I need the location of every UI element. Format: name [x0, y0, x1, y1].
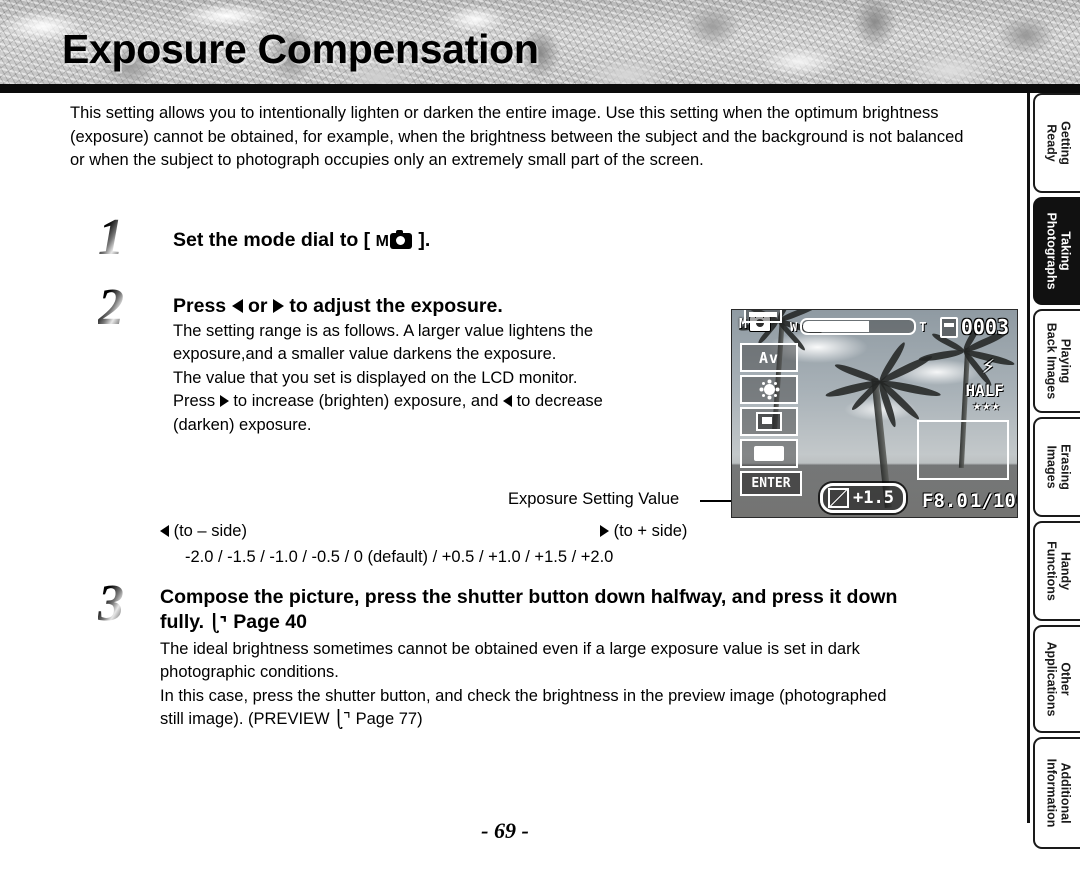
step-2-body: The setting range is as follows. A large… — [173, 320, 698, 437]
sun-icon — [763, 384, 775, 395]
sidebar-tab-label: Additional Information — [1044, 758, 1073, 828]
step-2-heading: Press or to adjust the exposure. — [173, 282, 698, 319]
mode-dial-m-label: M — [375, 233, 389, 250]
step-2-body-line: The value that you set is displayed on t… — [173, 368, 578, 387]
frame-counter-value: 0003 — [960, 315, 1009, 339]
step-3-body-line: photographic conditions. — [160, 663, 339, 682]
aperture-readout: F8.0 — [922, 490, 968, 512]
display-screen-icon — [754, 446, 784, 461]
step-2-number: 2 — [98, 279, 124, 336]
sidebar-tab-getting-ready[interactable]: Getting Ready — [1033, 93, 1080, 193]
lcd-enter-button-hint: ENTER — [740, 471, 802, 496]
lcd-menu-image-quality — [740, 407, 798, 436]
af-focus-frame — [917, 420, 1009, 480]
lcd-menu-av: Av — [740, 343, 798, 372]
zoom-bar-fill — [803, 321, 870, 332]
step-3-heading: Compose the picture, press the shutter b… — [160, 578, 1028, 637]
arrow-right-icon — [219, 395, 229, 408]
step-2-body-line: The setting range is as follows. A large… — [173, 322, 594, 340]
page-reference-arrow-icon: ⌜⌡ — [209, 614, 228, 634]
battery-icon — [744, 310, 782, 323]
step-2-body-line: (darken) exposure. — [173, 415, 312, 434]
exposure-compensation-value: +1.5 — [853, 488, 894, 508]
memory-card-icon — [939, 316, 958, 338]
lcd-zoom-bar-group: W T — [790, 318, 926, 335]
sidebar-tab-additional-information[interactable]: Additional Information — [1033, 737, 1080, 849]
header-divider-rule — [0, 84, 1080, 93]
sidebar-tab-label: Taking Photographs — [1044, 212, 1073, 290]
sidebar-tab-label: Other Applications — [1044, 641, 1073, 717]
quality-stars-indicator: ★★★ — [972, 398, 1001, 414]
step-2-body-line: exposure,and a smaller value darkens the… — [173, 345, 557, 364]
range-plus-label: (to + side) — [613, 522, 688, 540]
arrow-right-icon — [272, 299, 284, 313]
sidebar-tab-taking-photographs[interactable]: Taking Photographs — [1033, 197, 1080, 305]
step-3-body: The ideal brightness sometimes cannot be… — [160, 638, 1028, 733]
step-3-body-line: still image). (PREVIEW ⌜⌡ Page 77) — [160, 708, 1028, 732]
sidebar-spine — [1027, 93, 1030, 823]
lcd-frame-counter-group: 0003 — [939, 315, 1009, 339]
exposure-compensation-readout: +1.5 — [820, 483, 906, 513]
step-2-body-line: Press to increase (brighten) exposure, a… — [173, 392, 603, 411]
step-1-number: 1 — [98, 209, 124, 266]
sidebar-tab-playing-back-images[interactable]: Playing Back Images — [1033, 309, 1080, 413]
sidebar-tab-label: Handy Functions — [1044, 541, 1073, 601]
step-3: 3 Compose the picture, press the shutter… — [98, 578, 1028, 733]
page-number: - 69 - — [481, 818, 529, 843]
step-2-heading-mid: or — [242, 295, 273, 317]
step-2-heading-after: to adjust the exposure. — [283, 295, 503, 317]
arrow-right-icon — [600, 525, 609, 537]
step-3-body-line: In this case, press the shutter button, … — [160, 686, 887, 705]
exposure-setting-value-label: Exposure Setting Value — [508, 490, 680, 508]
sidebar-tab-label: Erasing Images — [1044, 444, 1073, 490]
lcd-menu-white-balance — [740, 375, 798, 404]
sidebar-tab-handy-functions[interactable]: Handy Functions — [1033, 521, 1080, 621]
range-minus-side: (to – side) — [160, 520, 247, 543]
arrow-left-icon — [160, 525, 169, 537]
exposure-compensation-icon — [828, 488, 849, 508]
image-quality-icon — [756, 412, 782, 431]
flash-icon: ⚡ — [981, 354, 995, 379]
zoom-wide-label: W — [790, 319, 798, 334]
intro-paragraph: This setting allows you to intentionally… — [70, 104, 964, 170]
range-values: -2.0 / -1.5 / -1.0 / -0.5 / 0 (default) … — [185, 548, 614, 566]
lcd-left-menu-column: Av ENTER — [740, 343, 802, 496]
lcd-menu-display — [740, 439, 798, 468]
sidebar-tab-other-applications[interactable]: Other Applications — [1033, 625, 1080, 733]
step-1-heading-after: ]. — [412, 229, 431, 251]
arrow-left-icon — [231, 299, 243, 313]
zoom-tele-label: T — [919, 319, 927, 334]
page-reference-arrow-icon: ⌜⌡ — [334, 710, 352, 731]
range-minus-label: (to – side) — [173, 522, 247, 540]
step-1: 1 Set the mode dial to [ M ]. — [98, 212, 718, 264]
lcd-monitor-screenshot: M W T 0003 Av ENTER ⚡ HALF ★★★ +1.5 F8.0… — [731, 309, 1018, 518]
arrow-left-icon — [503, 395, 513, 408]
page-title: Exposure Compensation — [62, 26, 539, 72]
step-3-body-line: The ideal brightness sometimes cannot be… — [160, 640, 860, 658]
shutter-speed-readout: 1/1000 — [970, 490, 1017, 512]
step-3-number: 3 — [98, 575, 124, 632]
zoom-bar — [800, 318, 917, 335]
camera-icon — [389, 230, 412, 249]
step-3-heading-line2-after: Page 40 — [227, 611, 307, 633]
sidebar-tab-label: Playing Back Images — [1044, 322, 1073, 400]
step-2: 2 Press or to adjust the exposure. The s… — [98, 282, 698, 437]
sidebar-tab-erasing-images[interactable]: Erasing Images — [1033, 417, 1080, 517]
chapter-tab-sidebar: Getting Ready Taking Photographs Playing Ba… — [1027, 93, 1080, 849]
step-3-heading-line2: fully. ⌜⌡ Page 40 — [160, 610, 1028, 637]
range-plus-side: (to + side) — [600, 520, 687, 543]
sidebar-tab-label: Getting Ready — [1044, 121, 1073, 165]
step-3-heading-line2-before: fully. — [160, 611, 210, 633]
step-3-heading-line1: Compose the picture, press the shutter b… — [160, 586, 898, 608]
step-1-heading: Set the mode dial to [ M ]. — [173, 212, 718, 254]
step-2-heading-before: Press — [173, 295, 232, 317]
step-1-heading-before: Set the mode dial to [ — [173, 229, 376, 251]
